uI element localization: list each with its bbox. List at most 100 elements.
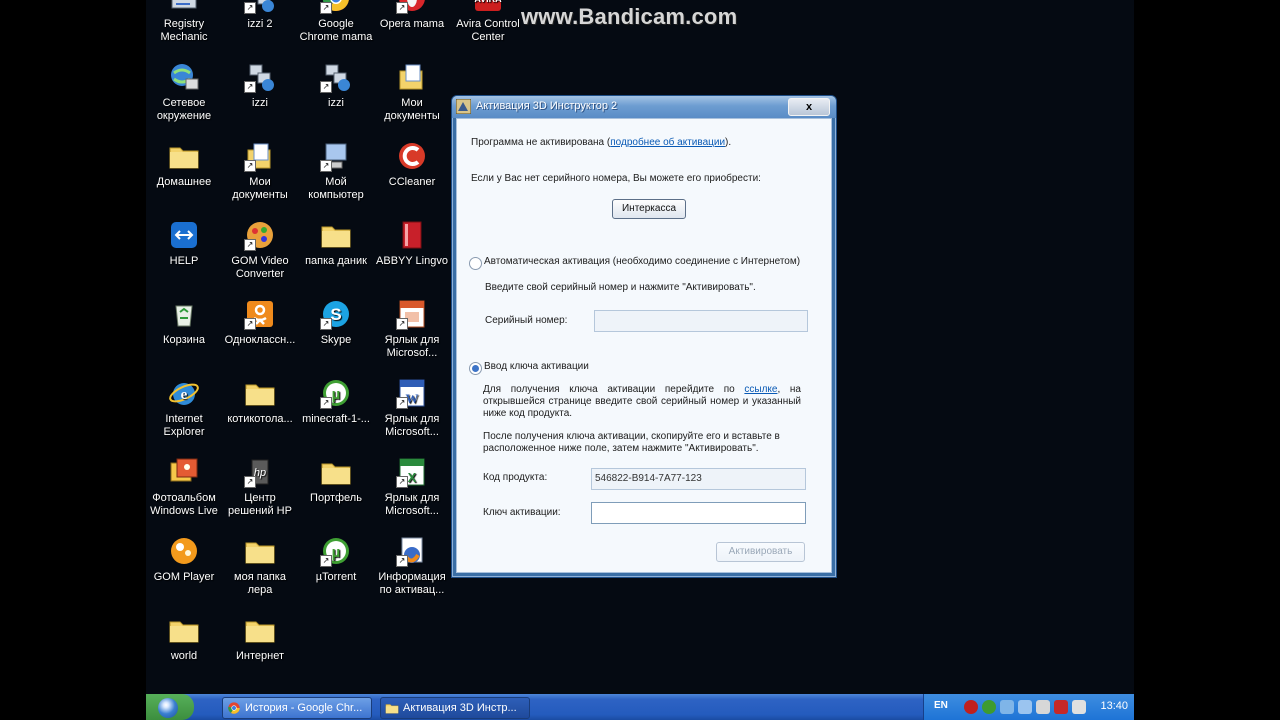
desktop-icon-label: моя папка лера xyxy=(234,571,286,596)
shortcut-arrow-icon: ↗ xyxy=(396,476,408,488)
taskbar-button[interactable]: История - Google Chr... xyxy=(222,697,372,719)
avira-tray-icon[interactable] xyxy=(1072,700,1086,714)
desktop-icon[interactable]: Мои документы xyxy=(374,61,450,123)
key-paste-instructions: После получения ключа активации, скопиру… xyxy=(483,431,780,454)
firefox-icon: ↗ xyxy=(396,535,428,567)
desktop-icon[interactable]: ↗ Мои документы xyxy=(222,140,298,202)
lingvo-icon xyxy=(396,219,428,251)
desktop-icon[interactable]: ↗ Ярлык для Microsof... xyxy=(374,298,450,360)
folder-icon xyxy=(320,219,352,251)
activation-info-link[interactable]: подробнее об активации xyxy=(610,137,725,148)
key-page-link[interactable]: ссылке xyxy=(744,384,777,395)
shortcut-arrow-icon: ↗ xyxy=(396,555,408,567)
record-icon[interactable] xyxy=(964,700,978,714)
svg-text:µ: µ xyxy=(332,544,341,561)
desktop-icon-label: izzi xyxy=(328,97,344,109)
shortcut-arrow-icon: ↗ xyxy=(320,160,332,172)
volume-tray-icon[interactable] xyxy=(1036,700,1050,714)
desktop-icon[interactable]: моя папка лера xyxy=(222,535,298,597)
desktop-icon[interactable]: X ↗ Ярлык для Microsoft... xyxy=(374,456,450,518)
desktop-icon-label: GOM Player xyxy=(153,571,215,583)
buy-text: Если у Вас нет серийного номера, Вы може… xyxy=(471,173,761,184)
activation-key-radio-label[interactable]: Ввод ключа активации xyxy=(484,361,589,372)
desktop-icon[interactable]: ↗ izzi 2 xyxy=(222,0,298,31)
desktop-icon[interactable]: Registry Mechanic xyxy=(146,0,222,44)
desktop-icon-label: ABBYY Lingvo xyxy=(376,255,448,267)
desktop-icon-label: Мой компьютер xyxy=(308,176,364,201)
desktop-icon[interactable]: e Internet Explorer xyxy=(146,377,222,439)
desktop-icon[interactable]: ↗ Opera mama xyxy=(374,0,450,31)
bandicam-watermark: www.Bandicam.com xyxy=(521,4,738,29)
start-button[interactable] xyxy=(146,694,194,720)
desktop-icon[interactable]: ABBYY Lingvo xyxy=(374,219,450,268)
desktop-icon[interactable]: Сетевое окружение xyxy=(146,61,222,123)
network-shortcut-icon: ↗ xyxy=(320,61,352,93)
desktop-icon[interactable]: ↗ Мой компьютер xyxy=(298,140,374,202)
network-globe-icon xyxy=(168,61,200,93)
dialog-body: Программа не активирована (подробнее об … xyxy=(456,118,832,573)
product-code-field[interactable]: 546822-B914-7A77-123 xyxy=(591,468,806,490)
utorrent-tray-icon[interactable] xyxy=(982,700,996,714)
language-indicator[interactable]: EN xyxy=(934,700,948,711)
desktop-icon-label: Домашнее xyxy=(156,176,212,188)
desktop-icon[interactable]: ↗ izzi xyxy=(298,61,374,110)
desktop-icon[interactable]: папка даник xyxy=(298,219,374,268)
desktop-icon[interactable]: ↗ Google Chrome mama xyxy=(298,0,374,44)
shortcut-arrow-icon: ↗ xyxy=(396,318,408,330)
taskbar-button-label: Активация 3D Инстр... xyxy=(403,702,517,714)
desktop-icon-label: Центр решений HP xyxy=(228,492,292,517)
skype-icon: S ↗ xyxy=(320,298,352,330)
shortcut-arrow-icon: ↗ xyxy=(244,2,256,14)
desktop-icon[interactable]: CCleaner xyxy=(374,140,450,189)
desktop-icon-label: котикотола... xyxy=(227,413,293,425)
auto-activation-radio[interactable] xyxy=(469,257,482,270)
utorrent-icon: µ ↗ xyxy=(320,377,352,409)
gom-converter-icon: ↗ xyxy=(244,219,276,251)
desktop-icon[interactable]: HELP xyxy=(146,219,222,268)
network-tray-icon[interactable] xyxy=(1000,700,1014,714)
activation-key-radio[interactable] xyxy=(469,362,482,375)
clock: 13:40 xyxy=(1100,700,1128,712)
excel-icon: X ↗ xyxy=(396,456,428,488)
desktop-icon[interactable]: S ↗ Skype xyxy=(298,298,374,347)
folder-icon xyxy=(168,614,200,646)
desktop-icon[interactable]: Интернет xyxy=(222,614,298,663)
serial-label: Серийный номер: xyxy=(485,315,568,326)
desktop-icon[interactable]: µ ↗ minecraft-1-... xyxy=(298,377,374,426)
desktop-icon[interactable]: world xyxy=(146,614,222,663)
taskbar-button[interactable]: Активация 3D Инстр... xyxy=(380,697,530,719)
activate-button[interactable]: Активировать xyxy=(716,542,805,562)
taskbar-button-label: История - Google Chr... xyxy=(245,702,363,714)
word-icon: W ↗ xyxy=(396,377,428,409)
my-documents-icon: ↗ xyxy=(244,140,276,172)
desktop-icon[interactable]: W ↗ Ярлык для Microsoft... xyxy=(374,377,450,439)
close-button[interactable]: x xyxy=(788,98,830,116)
desktop-icon[interactable]: ↗ Информация по активац... xyxy=(374,535,450,597)
desktop-icon[interactable]: hp ↗ Центр решений HP xyxy=(222,456,298,518)
display-tray-icon[interactable] xyxy=(1018,700,1032,714)
desktop-icon[interactable]: котикотола... xyxy=(222,377,298,426)
desktop-icon-label: world xyxy=(170,650,198,662)
network-shortcut-icon: ↗ xyxy=(244,61,276,93)
interkassa-button[interactable]: Интеркасса xyxy=(612,199,686,219)
shortcut-arrow-icon: ↗ xyxy=(396,397,408,409)
desktop-icon[interactable]: ↗ izzi xyxy=(222,61,298,110)
desktop-icon[interactable]: Портфель xyxy=(298,456,374,505)
desktop-icon[interactable]: ↗ Одноклассн... xyxy=(222,298,298,347)
desktop-icon[interactable]: ↗ GOM Video Converter xyxy=(222,219,298,281)
activation-key-input[interactable] xyxy=(591,502,806,524)
desktop-icon[interactable]: Домашнее xyxy=(146,140,222,189)
shortcut-arrow-icon: ↗ xyxy=(244,239,256,251)
desktop-icon[interactable]: Фотоальбом Windows Live xyxy=(146,456,222,518)
desktop-icon-label: GOM Video Converter xyxy=(231,255,289,280)
desktop-icon[interactable]: Корзина xyxy=(146,298,222,347)
serial-number-input[interactable] xyxy=(594,310,808,332)
desktop-icon[interactable]: AVIRA Avira Control Center xyxy=(450,0,526,44)
security-tray-icon[interactable] xyxy=(1054,700,1068,714)
desktop-icon[interactable]: µ ↗ µTorrent xyxy=(298,535,374,584)
desktop-icon-label: Портфель xyxy=(310,492,362,504)
desktop-icon[interactable]: GOM Player xyxy=(146,535,222,584)
auto-activation-label[interactable]: Автоматическая активация (необходимо сое… xyxy=(484,256,800,267)
odnoklassniki-icon: ↗ xyxy=(244,298,276,330)
dialog-titlebar[interactable]: Активация 3D Инструктор 2 x xyxy=(452,96,836,118)
